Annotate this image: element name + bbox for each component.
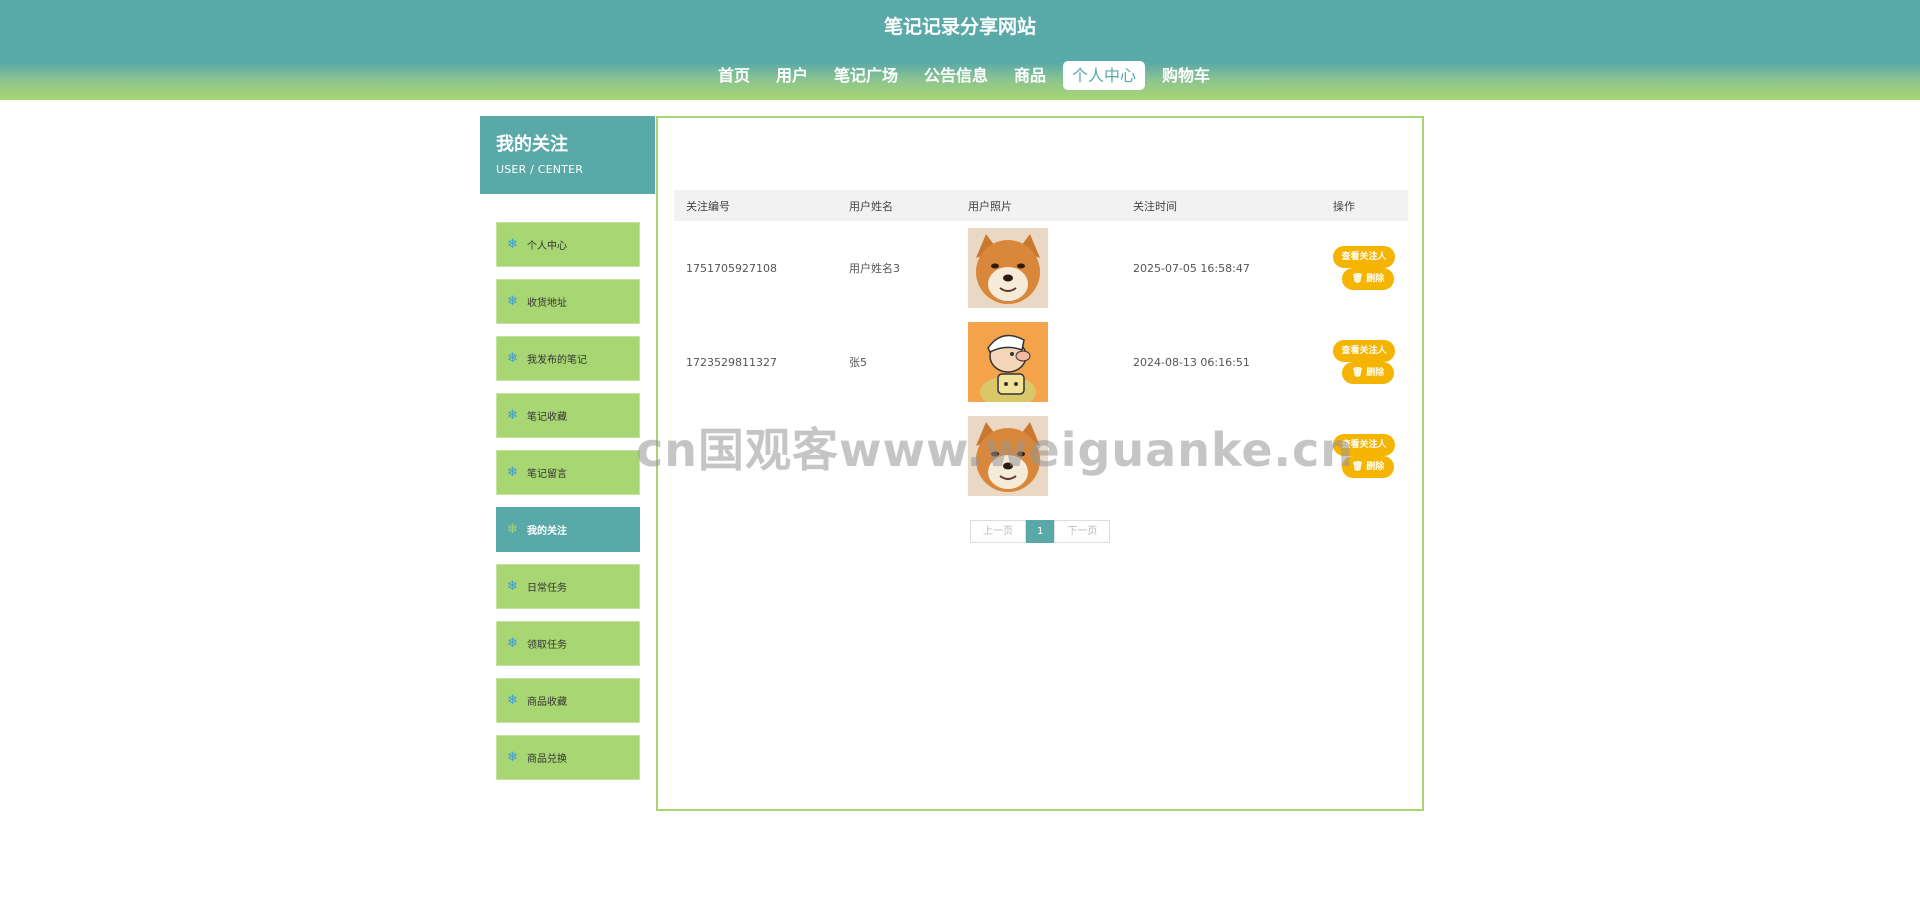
snowflake-icon: ❄	[507, 636, 518, 651]
sidebar-menu: ❄ 个人中心 ❄ 收货地址 ❄ 我发布的笔记 ❄ 笔记收藏 ❄ 笔记留言 ❄ 我…	[496, 222, 640, 792]
follow-time: 2024-08-13 06:16:51	[1133, 355, 1250, 369]
column-header-actions: 操作	[1321, 190, 1408, 221]
sidebar-item-address[interactable]: ❄ 收货地址	[496, 279, 640, 324]
sidebar-item-label: 我发布的笔记	[527, 355, 587, 366]
table-row: 查看关注人 🗑 删除	[674, 409, 1408, 503]
sidebar-item-daily-tasks[interactable]: ❄ 日常任务	[496, 564, 640, 609]
follow-time	[1121, 409, 1321, 503]
view-follow-button[interactable]: 查看关注人	[1333, 246, 1395, 268]
follow-id	[674, 409, 837, 503]
sidebar-header: 我的关注 USER / CENTER	[480, 116, 655, 194]
sidebar-item-my-notes[interactable]: ❄ 我发布的笔记	[496, 336, 640, 381]
sidebar-item-label: 我的关注	[527, 526, 567, 537]
sidebar-item-label: 个人中心	[527, 241, 567, 252]
sidebar-item-my-follows[interactable]: ❄ 我的关注	[496, 507, 640, 552]
main-content: 关注编号 用户姓名 用户照片 关注时间 操作 1751705927108 用户姓…	[656, 116, 1424, 811]
snowflake-icon: ❄	[507, 237, 518, 252]
delete-label: 删除	[1366, 368, 1385, 378]
user-photo[interactable]	[968, 416, 1048, 496]
trash-icon: 🗑	[1351, 368, 1364, 378]
sidebar-item-personal-center[interactable]: ❄ 个人中心	[496, 222, 640, 267]
sidebar-item-label: 商品收藏	[527, 697, 567, 708]
trash-icon: 🗑	[1351, 274, 1364, 284]
trash-icon: 🗑	[1351, 462, 1364, 472]
next-page-button[interactable]: 下一页	[1054, 520, 1111, 543]
nav-item-users[interactable]: 用户	[767, 61, 817, 90]
pagination: 上一页 1 下一页	[970, 520, 1111, 543]
nav-item-personal-center[interactable]: 个人中心	[1063, 61, 1146, 90]
sidebar-item-label: 笔记收藏	[527, 412, 567, 423]
table-row: 1723529811327 张5 2024-08-13 06:16:51 查看关…	[674, 315, 1408, 409]
sidebar-item-note-comments[interactable]: ❄ 笔记留言	[496, 450, 640, 495]
snowflake-icon: ❄	[507, 465, 518, 480]
sidebar-subtitle: USER / CENTER	[496, 163, 584, 176]
prev-page-button[interactable]: 上一页	[970, 520, 1026, 543]
sidebar-item-label: 笔记留言	[527, 469, 567, 480]
snowflake-icon: ❄	[507, 579, 518, 594]
column-header-id: 关注编号	[674, 190, 837, 221]
follow-time: 2025-07-05 16:58:47	[1133, 261, 1250, 275]
snowflake-icon: ❄	[507, 693, 518, 708]
sidebar-item-note-favorites[interactable]: ❄ 笔记收藏	[496, 393, 640, 438]
table-row: 1751705927108 用户姓名3 2025-07-05 16:58:47 …	[674, 221, 1408, 315]
snowflake-icon: ❄	[507, 408, 518, 423]
sidebar-item-label: 日常任务	[527, 583, 567, 594]
column-header-time: 关注时间	[1121, 190, 1321, 221]
sidebar-title: 我的关注	[496, 134, 568, 155]
follows-table: 关注编号 用户姓名 用户照片 关注时间 操作 1751705927108 用户姓…	[674, 190, 1408, 503]
snowflake-icon: ❄	[507, 294, 518, 309]
page-number-button[interactable]: 1	[1026, 520, 1055, 543]
snowflake-icon: ❄	[507, 750, 518, 765]
user-name: 用户姓名3	[849, 262, 900, 275]
sidebar-item-product-favorites[interactable]: ❄ 商品收藏	[496, 678, 640, 723]
user-photo[interactable]	[968, 228, 1048, 308]
user-name	[837, 409, 956, 503]
follow-id: 1751705927108	[686, 261, 777, 275]
delete-label: 删除	[1366, 274, 1385, 284]
snowflake-icon: ❄	[507, 522, 518, 537]
main-nav: 首页 用户 笔记广场 公告信息 商品 个人中心 购物车	[0, 61, 1920, 90]
column-header-name: 用户姓名	[837, 190, 956, 221]
delete-label: 删除	[1366, 462, 1385, 472]
snowflake-icon: ❄	[507, 351, 518, 366]
sidebar-item-label: 商品兑换	[527, 754, 567, 765]
nav-item-announcements[interactable]: 公告信息	[915, 61, 997, 90]
nav-item-products[interactable]: 商品	[1005, 61, 1055, 90]
nav-item-home[interactable]: 首页	[709, 61, 759, 90]
follow-id: 1723529811327	[686, 355, 777, 369]
sidebar-item-label: 收货地址	[527, 298, 567, 309]
sidebar-item-label: 领取任务	[527, 640, 567, 651]
sidebar-item-claim-tasks[interactable]: ❄ 领取任务	[496, 621, 640, 666]
view-follow-button[interactable]: 查看关注人	[1333, 434, 1395, 456]
delete-button[interactable]: 🗑 删除	[1341, 362, 1395, 384]
site-title: 笔记记录分享网站	[883, 16, 1036, 38]
column-header-photo: 用户照片	[956, 190, 1121, 221]
sidebar-item-product-exchange[interactable]: ❄ 商品兑换	[496, 735, 640, 780]
table-header-row: 关注编号 用户姓名 用户照片 关注时间 操作	[674, 190, 1408, 221]
view-follow-button[interactable]: 查看关注人	[1333, 340, 1395, 362]
nav-item-notes-square[interactable]: 笔记广场	[825, 61, 907, 90]
user-photo[interactable]	[968, 322, 1048, 402]
site-header: 笔记记录分享网站 首页 用户 笔记广场 公告信息 商品 个人中心 购物车	[0, 0, 1920, 100]
user-name: 张5	[849, 356, 867, 369]
delete-button[interactable]: 🗑 删除	[1341, 456, 1395, 478]
delete-button[interactable]: 🗑 删除	[1341, 268, 1395, 290]
nav-item-cart[interactable]: 购物车	[1153, 61, 1219, 90]
